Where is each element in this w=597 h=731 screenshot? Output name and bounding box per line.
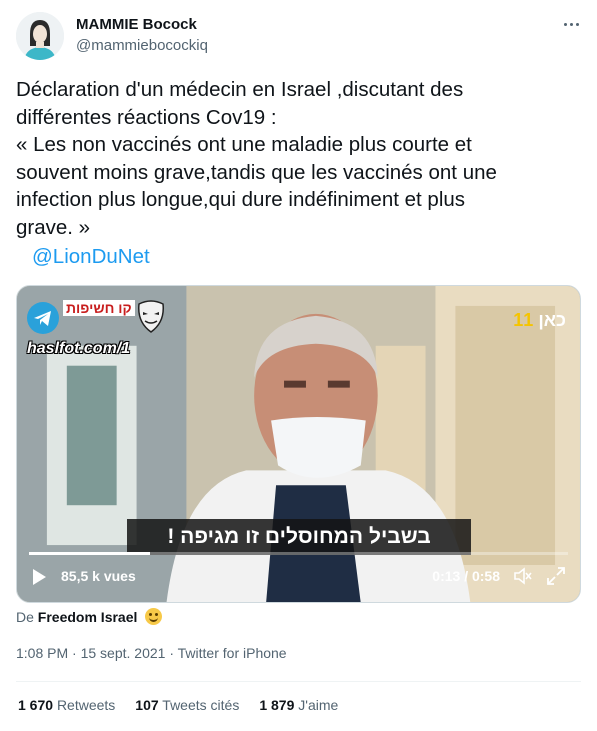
retweets-count: 1 670 bbox=[18, 697, 54, 713]
divider bbox=[16, 681, 581, 682]
watermark-site: haslfot.com/1 bbox=[27, 340, 131, 357]
author-name[interactable]: MAMMIE Bocock bbox=[76, 16, 197, 33]
tweet-line: grave. » bbox=[16, 215, 91, 239]
video-time: 0:13 / 0:58 bbox=[432, 568, 500, 584]
tweet-date[interactable]: 15 sept. 2021 bbox=[81, 645, 166, 661]
quotes-label: Tweets cités bbox=[162, 697, 240, 713]
telegram-icon bbox=[27, 302, 59, 334]
tweet-line: souvent moins grave,tandis que les vacci… bbox=[16, 160, 497, 184]
mention-link[interactable]: @LionDuNet bbox=[32, 245, 150, 269]
channel-logo: 11 כאן bbox=[513, 310, 566, 331]
meta-separator: · bbox=[72, 645, 77, 661]
tweet-meta: 1:08 PM · 15 sept. 2021 · Twitter for iP… bbox=[16, 645, 287, 661]
anonymous-mask-icon bbox=[135, 300, 167, 334]
tweet-line: « Les non vaccinés ont une maladie plus … bbox=[16, 133, 472, 156]
play-icon[interactable] bbox=[33, 569, 46, 585]
tweet-client[interactable]: Twitter for iPhone bbox=[178, 645, 287, 661]
retweets-stat[interactable]: 1 670 Retweets bbox=[18, 697, 115, 713]
avatar[interactable] bbox=[16, 12, 64, 60]
video-subtitle: בשביל המחוסלים זו מגיפה ! bbox=[127, 519, 471, 555]
smile-emoji bbox=[145, 608, 163, 625]
video-controls: 85,5 k vues 0:13 / 0:58 bbox=[17, 552, 580, 602]
view-count: 85,5 k vues bbox=[61, 568, 136, 584]
video-player[interactable]: קו חשיפות haslfot.com/1 11 כאן בשביל המח… bbox=[16, 285, 581, 603]
likes-label: J'aime bbox=[298, 697, 339, 713]
author-handle[interactable]: @mammiebocockiq bbox=[76, 37, 208, 54]
retweets-label: Retweets bbox=[56, 697, 116, 713]
tweet-line: Déclaration d'un médecin en Israel ,disc… bbox=[16, 78, 464, 101]
more-icon[interactable] bbox=[561, 16, 581, 32]
source-prefix: De bbox=[16, 609, 34, 625]
tweet-line: différentes réactions Cov19 : bbox=[16, 105, 277, 129]
tweet-line: infection plus longue,qui dure indéfinim… bbox=[16, 188, 466, 211]
tweet-text: Déclaration d'un médecin en Israel ,disc… bbox=[16, 76, 576, 241]
channel-logo-text: כאן bbox=[538, 310, 566, 330]
channel-logo-number: 11 bbox=[513, 310, 534, 330]
watermark-hebrew: קו חשיפות bbox=[63, 300, 135, 316]
likes-count: 1 879 bbox=[259, 697, 295, 713]
tweet-header: MAMMIE Bocock @mammiebocockiq bbox=[16, 12, 581, 62]
likes-stat[interactable]: 1 879 J'aime bbox=[259, 697, 338, 713]
fullscreen-icon[interactable] bbox=[546, 566, 566, 586]
watermark: קו חשיפות haslfot.com/1 bbox=[27, 300, 167, 362]
quotes-stat[interactable]: 107 Tweets cités bbox=[135, 697, 239, 713]
tweet-stats: 1 670 Retweets 107 Tweets cités 1 879 J'… bbox=[18, 697, 338, 713]
video-source: De Freedom Israel bbox=[16, 608, 163, 625]
volume-icon[interactable] bbox=[512, 566, 532, 586]
quotes-count: 107 bbox=[135, 697, 159, 713]
meta-separator: · bbox=[169, 645, 175, 661]
source-name[interactable]: Freedom Israel bbox=[38, 609, 138, 625]
tweet-time[interactable]: 1:08 PM bbox=[16, 645, 68, 661]
